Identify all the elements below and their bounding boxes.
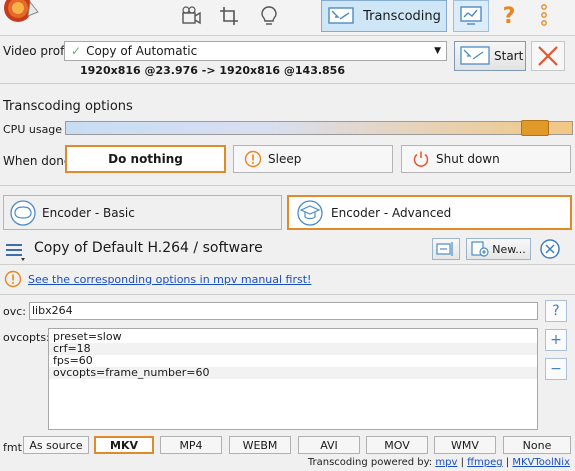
shut-down-label: Shut down	[436, 152, 500, 166]
fmt-avi-button[interactable]: AVI	[298, 436, 360, 454]
ovc-label: ovc:	[3, 305, 26, 318]
cpu-usage-label: CPU usage	[3, 123, 63, 136]
app-logo[interactable]	[2, 0, 42, 30]
divider	[0, 294, 575, 295]
graduation-cap-icon	[297, 199, 323, 226]
video-camera-icon[interactable]	[173, 0, 209, 32]
shut-down-button[interactable]: Shut down	[401, 145, 571, 173]
sheep-icon	[10, 199, 36, 226]
plus-icon: +	[550, 332, 562, 348]
minus-icon: −	[550, 361, 562, 377]
ovc-input[interactable]: libx264	[29, 302, 538, 320]
start-label: Start	[494, 49, 524, 63]
ovcopts-line: crf=18	[49, 343, 537, 355]
help-glyph: ?	[502, 3, 516, 29]
transcoding-icon	[460, 46, 490, 65]
footer-separator: |	[505, 457, 510, 468]
new-preset-label: New...	[492, 242, 526, 256]
tab-encoder-basic[interactable]: Encoder - Basic	[3, 195, 282, 230]
warning-circle-icon	[244, 150, 262, 168]
lightbulb-icon[interactable]	[251, 0, 287, 32]
help-icon[interactable]: ?	[494, 0, 524, 32]
warning-row: See the corresponding options in mpv man…	[4, 270, 311, 288]
video-profile-select[interactable]: ✓ Copy of Automatic ▼	[64, 41, 447, 61]
transcoding-icon	[328, 7, 354, 24]
encoder-preset-name[interactable]: Copy of Default H.264 / software	[30, 237, 424, 259]
footer-prefix: Transcoding powered by:	[307, 457, 433, 468]
fmt-mkv-button[interactable]: MKV	[94, 436, 154, 454]
ovcopts-line: ovcopts=frame_number=60	[49, 367, 537, 379]
ovc-help-button[interactable]: ?	[545, 300, 567, 322]
tab-transcoding[interactable]: Transcoding	[321, 0, 447, 32]
ovcopts-textarea[interactable]: preset=slow crf=18 fps=60 ovcopts=frame_…	[48, 328, 538, 430]
fmt-none-button[interactable]: None	[503, 436, 571, 454]
mpv-link[interactable]: mpv	[435, 457, 457, 468]
monitor-chart-icon[interactable]	[453, 0, 489, 32]
add-option-button[interactable]: +	[545, 329, 567, 351]
video-profile-subtitle: 1920x816 @23.976 -> 1920x816 @143.856	[80, 64, 345, 77]
rename-icon	[436, 242, 453, 256]
divider	[0, 185, 575, 186]
rename-preset-button[interactable]	[432, 238, 460, 260]
fmt-option-label: WEBM	[242, 438, 278, 452]
fmt-wmv-button[interactable]: WMV	[434, 436, 496, 454]
sleep-button[interactable]: Sleep	[233, 145, 393, 173]
divider	[0, 264, 575, 265]
start-button[interactable]: Start	[454, 41, 526, 71]
transcoding-options-title: Transcoding options	[3, 99, 133, 114]
new-preset-button[interactable]: New...	[466, 238, 531, 260]
footer-separator: |	[460, 457, 464, 468]
fmt-option-label: MP4	[179, 438, 203, 452]
help-glyph: ?	[552, 303, 560, 319]
delete-preset-button[interactable]	[539, 238, 561, 260]
menu-icon[interactable]	[4, 240, 28, 262]
do-nothing-button[interactable]: Do nothing	[65, 145, 226, 173]
when-done-label: When done	[3, 154, 72, 168]
fmt-option-label: WMV	[451, 438, 479, 452]
chevron-down-icon: ▼	[434, 46, 441, 56]
cpu-usage-slider[interactable]	[65, 121, 573, 135]
fmt-option-label: As source	[29, 438, 83, 452]
fmt-option-label: AVI	[320, 438, 338, 452]
ovcopts-label: ovcopts:	[3, 331, 50, 344]
ovcopts-line: preset=slow	[53, 330, 122, 343]
tab-transcoding-label: Transcoding	[363, 8, 441, 24]
remove-option-button[interactable]: −	[545, 358, 567, 380]
fmt-option-label: MKV	[110, 438, 138, 452]
fmt-mp4-button[interactable]: MP4	[160, 436, 222, 454]
crop-icon[interactable]	[212, 0, 248, 32]
fmt-option-label: MOV	[384, 438, 410, 452]
close-button[interactable]	[531, 41, 565, 71]
divider	[0, 83, 575, 84]
fmt-as-source-button[interactable]: As source	[23, 436, 89, 454]
mpv-manual-link[interactable]: See the corresponding options in mpv man…	[28, 273, 311, 286]
check-icon: ✓	[71, 44, 82, 58]
mkvtoolnix-link[interactable]: MKVToolNix	[512, 457, 570, 468]
more-options-icon[interactable]	[529, 0, 559, 32]
fmt-option-label: None	[522, 438, 552, 452]
power-icon	[413, 151, 429, 167]
footer-credits: Transcoding powered by: mpv | ffmpeg | M…	[308, 457, 570, 468]
close-icon	[538, 46, 558, 66]
ffmpeg-link[interactable]: ffmpeg	[467, 457, 502, 468]
video-profile-value: Copy of Automatic	[86, 44, 198, 58]
close-circle-icon	[540, 239, 560, 259]
add-document-icon	[471, 241, 489, 257]
warning-circle-icon	[4, 270, 22, 288]
fmt-mov-button[interactable]: MOV	[366, 436, 428, 454]
cpu-usage-slider-handle[interactable]	[521, 120, 549, 136]
tab-encoder-advanced[interactable]: Encoder - Advanced	[287, 195, 572, 230]
do-nothing-label: Do nothing	[108, 152, 183, 166]
tab-encoder-advanced-label: Encoder - Advanced	[331, 205, 452, 220]
sleep-label: Sleep	[268, 152, 302, 166]
fmt-webm-button[interactable]: WEBM	[229, 436, 291, 454]
tab-encoder-basic-label: Encoder - Basic	[42, 205, 135, 220]
